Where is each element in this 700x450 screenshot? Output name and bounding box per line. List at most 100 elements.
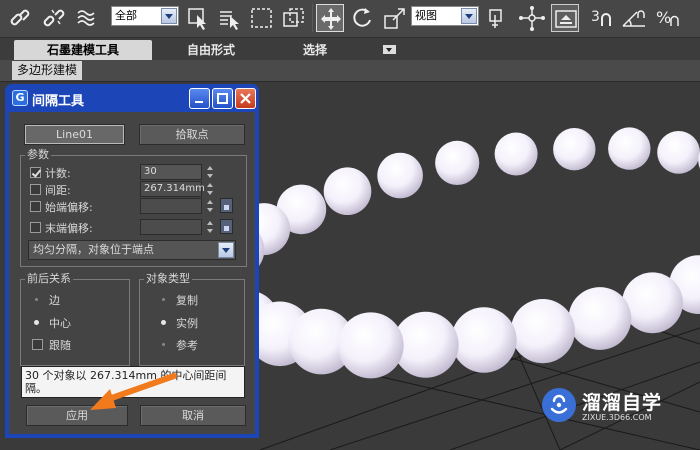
- reference-label: 参考: [176, 339, 198, 352]
- select-by-name-icon[interactable]: [216, 4, 244, 32]
- annotation-arrow: [90, 373, 177, 410]
- radio-centers[interactable]: [32, 318, 41, 327]
- bead-sphere[interactable]: [608, 127, 651, 170]
- close-icon: [240, 93, 251, 104]
- link-icon[interactable]: [6, 4, 34, 32]
- app-logo-icon: G: [12, 90, 28, 106]
- 3dsmax-window: 全部 视图 3 % 石墨建模工具 自由形式 选择 多边形建模 G 间隔工具 Li…: [0, 0, 700, 450]
- maximize-button[interactable]: [212, 88, 233, 109]
- toolbar-separator: [312, 4, 313, 32]
- centers-label: 中心: [49, 317, 71, 330]
- selection-filter-dropdown[interactable]: 全部: [111, 6, 179, 26]
- brand-name: 溜溜自学: [582, 392, 663, 414]
- bead-sphere[interactable]: [657, 131, 700, 174]
- radio-reference[interactable]: [159, 340, 168, 349]
- reference-coord-dropdown[interactable]: 视图: [411, 6, 479, 26]
- maximize-icon: [217, 93, 228, 104]
- brand-logo-icon: [542, 388, 576, 422]
- spacing-checkbox[interactable]: [30, 184, 41, 195]
- move-icon[interactable]: [316, 4, 344, 32]
- bead-sphere[interactable]: [510, 299, 575, 364]
- tab-freeform[interactable]: 自由形式: [164, 40, 258, 60]
- scale-icon[interactable]: [381, 4, 409, 32]
- tab-graphite-modeling[interactable]: 石墨建模工具: [14, 40, 152, 60]
- reference-coord-value: 视图: [415, 9, 437, 22]
- count-checkbox[interactable]: [30, 167, 41, 178]
- svg-text:3: 3: [591, 9, 600, 25]
- keyboard-override-icon[interactable]: [551, 4, 579, 32]
- radio-edges[interactable]: [32, 295, 41, 304]
- copy-label: 复制: [176, 294, 198, 307]
- pick-points-button[interactable]: 拾取点: [139, 124, 245, 145]
- bead-sphere[interactable]: [377, 152, 423, 199]
- selection-filter-value: 全部: [115, 9, 137, 22]
- ribbon-tab-bar: 石墨建模工具 自由形式 选择: [0, 38, 700, 60]
- bead-sphere[interactable]: [435, 140, 480, 185]
- end-offset-field[interactable]: [140, 219, 202, 235]
- chevron-down-icon: [161, 8, 177, 24]
- bead-sphere[interactable]: [337, 312, 404, 379]
- object-type-group-title: 对象类型: [144, 272, 192, 286]
- lock-icon[interactable]: [220, 198, 233, 213]
- end-offset-label: 末端偏移:: [45, 222, 93, 235]
- count-field[interactable]: 30: [140, 164, 202, 180]
- bead-sphere[interactable]: [323, 167, 372, 215]
- minimize-button[interactable]: [189, 88, 210, 109]
- snap-3d-icon[interactable]: 3: [588, 4, 616, 32]
- instance-label: 实例: [176, 317, 198, 330]
- start-offset-field[interactable]: [140, 198, 202, 214]
- bead-sphere[interactable]: [553, 128, 596, 171]
- bead-ring: [188, 127, 700, 379]
- count-label: 计数:: [45, 167, 71, 180]
- tab-selection[interactable]: 选择: [282, 40, 348, 60]
- close-button[interactable]: [235, 88, 256, 109]
- spacing-field[interactable]: 267.314mm: [140, 181, 205, 197]
- bead-sphere[interactable]: [451, 307, 517, 373]
- brand-url: ZIXUE.3D66.COM: [582, 413, 652, 422]
- rect-selection-icon[interactable]: [248, 4, 276, 32]
- start-offset-spinner[interactable]: [205, 198, 215, 214]
- distribution-value: 均匀分隔，对象位于端点: [33, 243, 154, 256]
- bead-sphere[interactable]: [568, 287, 632, 350]
- pivot-icon[interactable]: [484, 4, 512, 32]
- manipulate-icon[interactable]: [518, 4, 546, 32]
- chevron-down-icon: [218, 242, 234, 258]
- count-spinner[interactable]: [205, 164, 215, 180]
- rotate-icon[interactable]: [348, 4, 376, 32]
- end-offset-spinner[interactable]: [205, 219, 215, 235]
- main-toolbar: 全部 视图 3 %: [0, 0, 700, 38]
- watermark: 溜溜自学 ZIXUE.3D66.COM: [542, 382, 664, 428]
- ribbon-options-button[interactable]: [383, 45, 396, 54]
- spacing-spinner[interactable]: [205, 181, 215, 197]
- unlink-icon[interactable]: [40, 4, 68, 32]
- select-object-icon[interactable]: [184, 4, 212, 32]
- window-crossing-icon[interactable]: [280, 4, 308, 32]
- dialog-title: 间隔工具: [32, 94, 85, 109]
- follow-label: 跟随: [49, 339, 71, 352]
- spacing-label: 间距:: [45, 184, 71, 197]
- start-offset-label: 始端偏移:: [45, 201, 93, 214]
- path-button[interactable]: Line01: [24, 124, 125, 145]
- parameters-group-title: 参数: [25, 148, 51, 162]
- radio-copy[interactable]: [159, 295, 168, 304]
- edges-label: 边: [49, 294, 60, 307]
- distribution-dropdown[interactable]: 均匀分隔，对象位于端点: [28, 240, 236, 260]
- bead-sphere[interactable]: [622, 272, 683, 334]
- bind-spacewarp-icon[interactable]: [74, 4, 102, 32]
- ribbon-panel-bar: 多边形建模: [0, 60, 700, 82]
- minimize-icon: [195, 101, 203, 103]
- context-group-title: 前后关系: [25, 272, 73, 286]
- radio-instance[interactable]: [159, 318, 168, 327]
- start-offset-checkbox[interactable]: [30, 201, 41, 212]
- angle-snap-icon[interactable]: [620, 4, 648, 32]
- chevron-down-icon: [386, 48, 392, 52]
- chevron-down-icon: [461, 8, 477, 24]
- panel-polygon-modeling[interactable]: 多边形建模: [12, 61, 83, 80]
- follow-checkbox[interactable]: [32, 339, 43, 350]
- dialog-title-bar[interactable]: G 间隔工具: [9, 84, 256, 112]
- end-offset-checkbox[interactable]: [30, 222, 41, 233]
- svg-text:%: %: [656, 8, 671, 27]
- percent-snap-icon[interactable]: %: [654, 4, 682, 32]
- bead-sphere[interactable]: [494, 132, 538, 176]
- lock-icon[interactable]: [220, 219, 233, 234]
